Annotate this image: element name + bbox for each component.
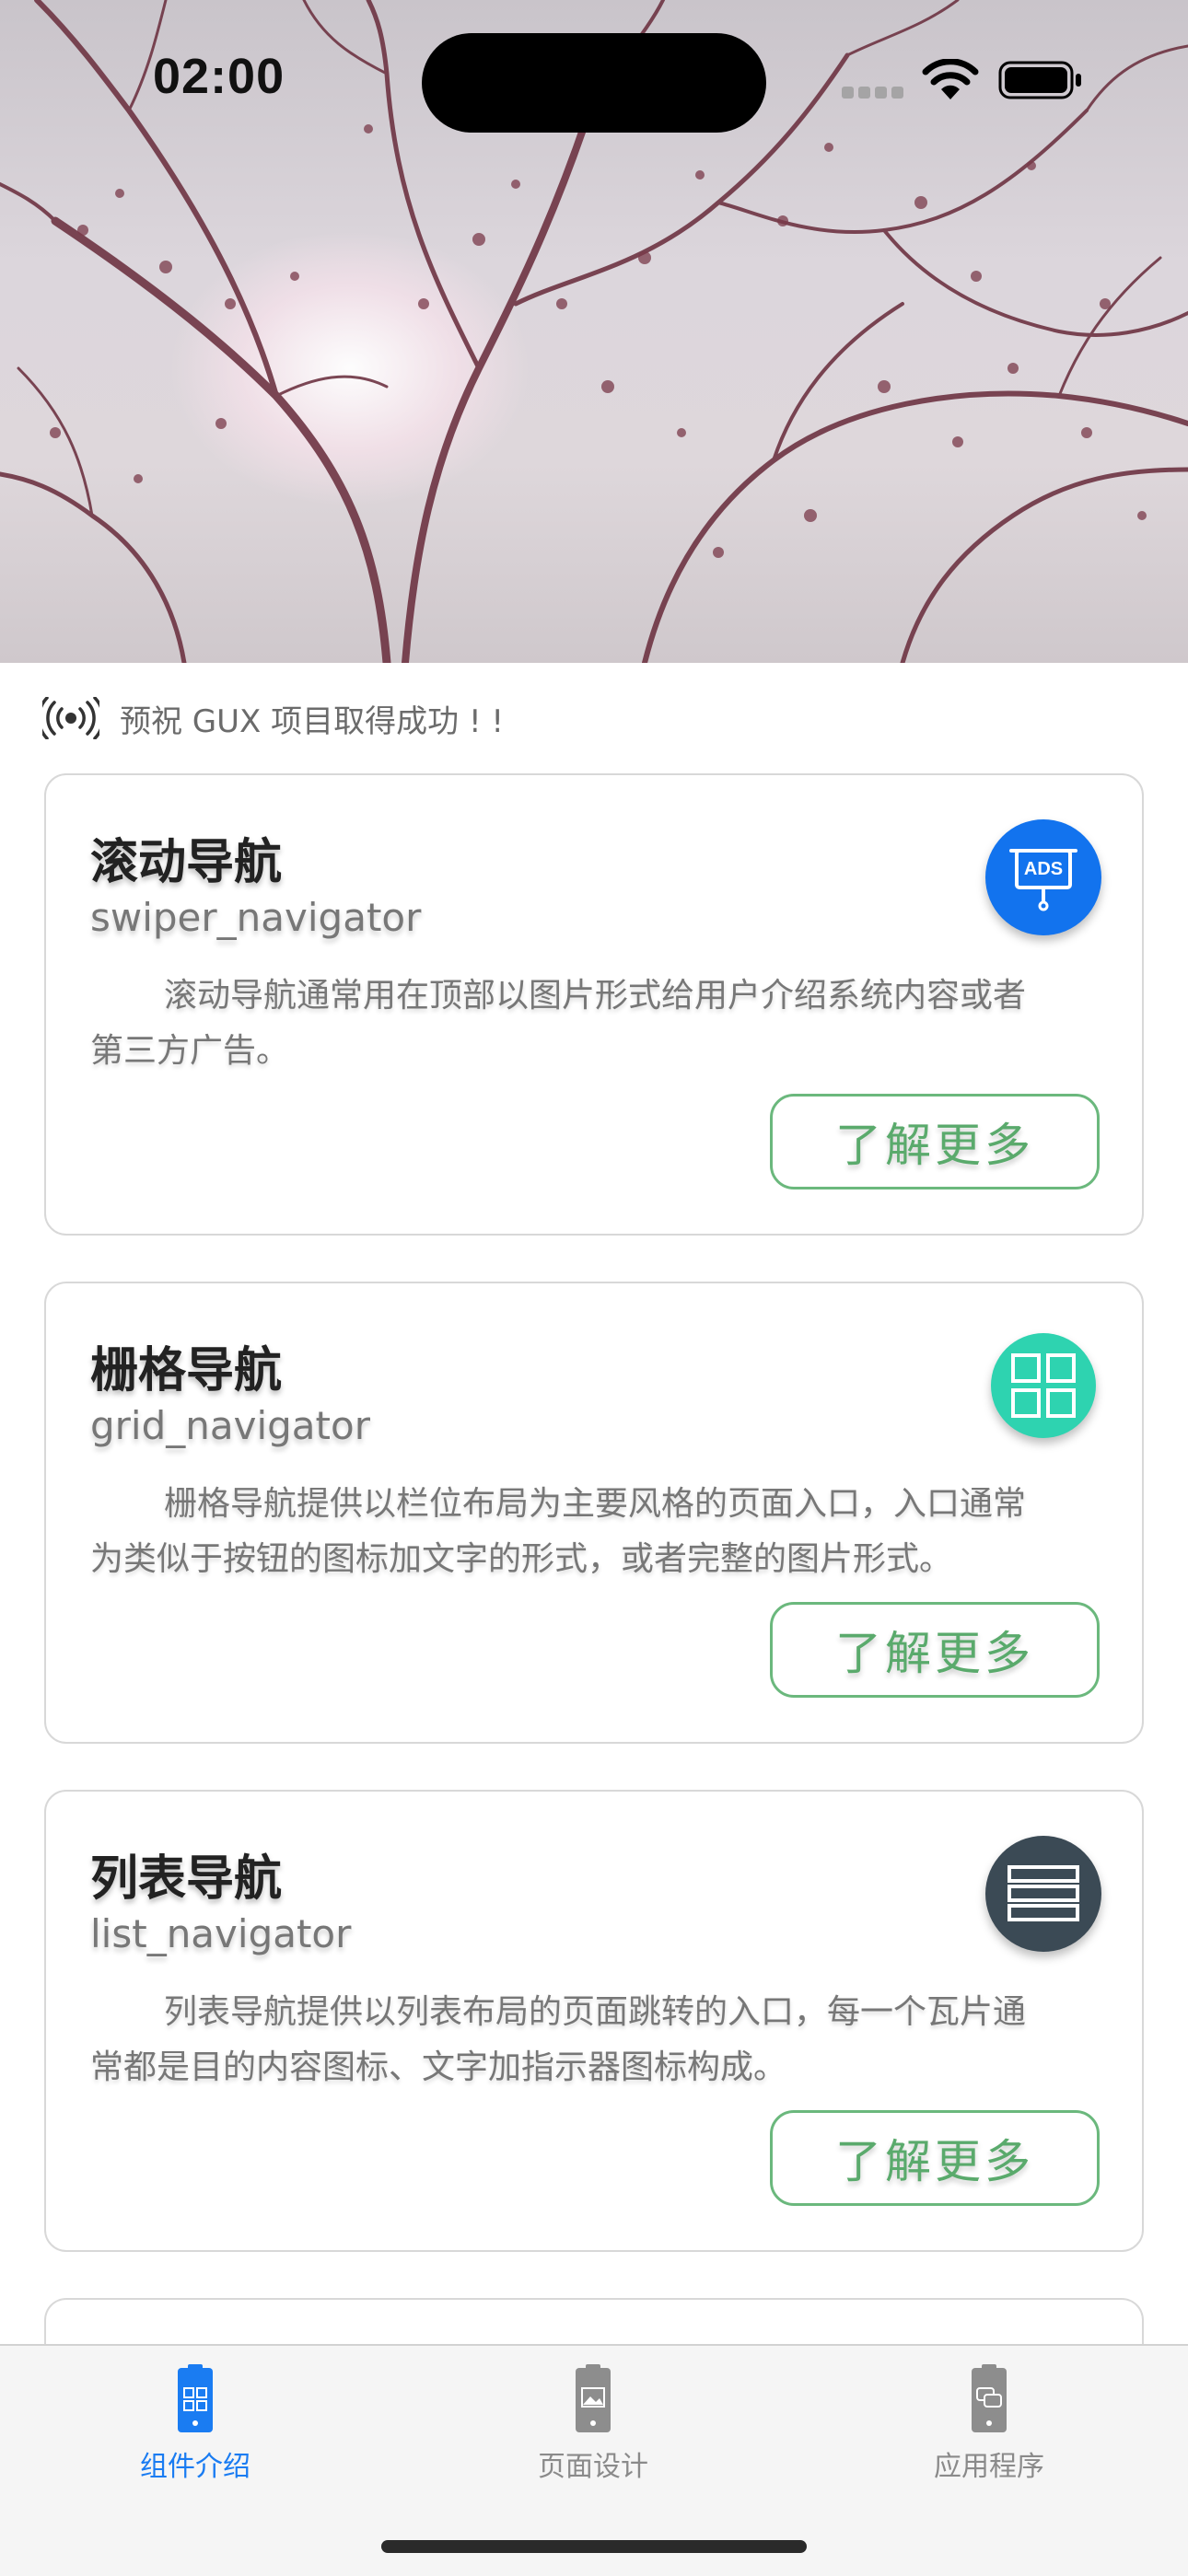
- card-subtitle: grid_navigator: [90, 1403, 370, 1448]
- card-description: 列表导航提供以列表布局的页面跳转的入口，每一个瓦片通常都是目的内容图标、文字加指…: [90, 1993, 1027, 2086]
- card-description: 栅格导航提供以栏位布局为主要风格的页面入口，入口通常为类似于按钮的图标加文字的形…: [90, 1485, 1027, 1578]
- tab-label: 页面设计: [538, 2451, 648, 2483]
- broadcast-icon: [42, 697, 99, 739]
- tab-label: 应用程序: [934, 2451, 1044, 2483]
- list-icon: [985, 1836, 1101, 1952]
- ads-board-icon: ADS: [985, 819, 1101, 935]
- status-time: 02:00: [153, 49, 285, 104]
- learn-more-button[interactable]: 了解更多: [770, 2110, 1100, 2206]
- notice-text: 预祝 GUX 项目取得成功 ! !: [120, 702, 505, 740]
- tab-page-design[interactable]: 页面设计: [455, 2364, 731, 2484]
- status-bar: 02:00: [0, 0, 1188, 157]
- app-phone-icon: [972, 2364, 1007, 2432]
- card-title: 列表导航: [90, 1851, 283, 1907]
- learn-more-button[interactable]: 了解更多: [770, 1094, 1100, 1189]
- dynamic-island: [422, 33, 766, 133]
- card-list-navigator[interactable]: 列表导航 list_navigator 列表导航提供以列表布局的页面跳转的入口，…: [44, 1790, 1144, 2252]
- tab-components[interactable]: 组件介绍: [57, 2364, 333, 2484]
- page-design-phone-icon: [576, 2364, 611, 2432]
- notice-bar: 预祝 GUX 项目取得成功 ! !: [42, 692, 504, 744]
- tab-applications[interactable]: 应用程序: [851, 2364, 1127, 2484]
- grid-icon: [991, 1333, 1096, 1438]
- wifi-icon: [922, 59, 979, 99]
- card-subtitle: swiper_navigator: [90, 895, 422, 940]
- card-title: 滚动导航: [90, 835, 283, 890]
- card-title: 栅格导航: [90, 1343, 283, 1398]
- battery-icon: [998, 61, 1081, 99]
- svg-text:ADS: ADS: [1024, 859, 1063, 879]
- learn-more-button[interactable]: 了解更多: [770, 1602, 1100, 1698]
- card-grid-navigator[interactable]: 栅格导航 grid_navigator 栅格导航提供以栏位布局为主要风格的页面入…: [44, 1282, 1144, 1744]
- card-subtitle: list_navigator: [90, 1911, 352, 1956]
- card-swiper-navigator[interactable]: 滚动导航 swiper_navigator ADS 滚动导航通常用在顶部以图片形…: [44, 773, 1144, 1236]
- home-indicator[interactable]: [381, 2540, 807, 2553]
- cellular-signal-icon: [842, 85, 908, 102]
- tab-label: 组件介绍: [140, 2451, 250, 2483]
- card-description: 滚动导航通常用在顶部以图片形式给用户介绍系统内容或者第三方广告。: [90, 977, 1027, 1070]
- component-phone-icon: [178, 2364, 213, 2432]
